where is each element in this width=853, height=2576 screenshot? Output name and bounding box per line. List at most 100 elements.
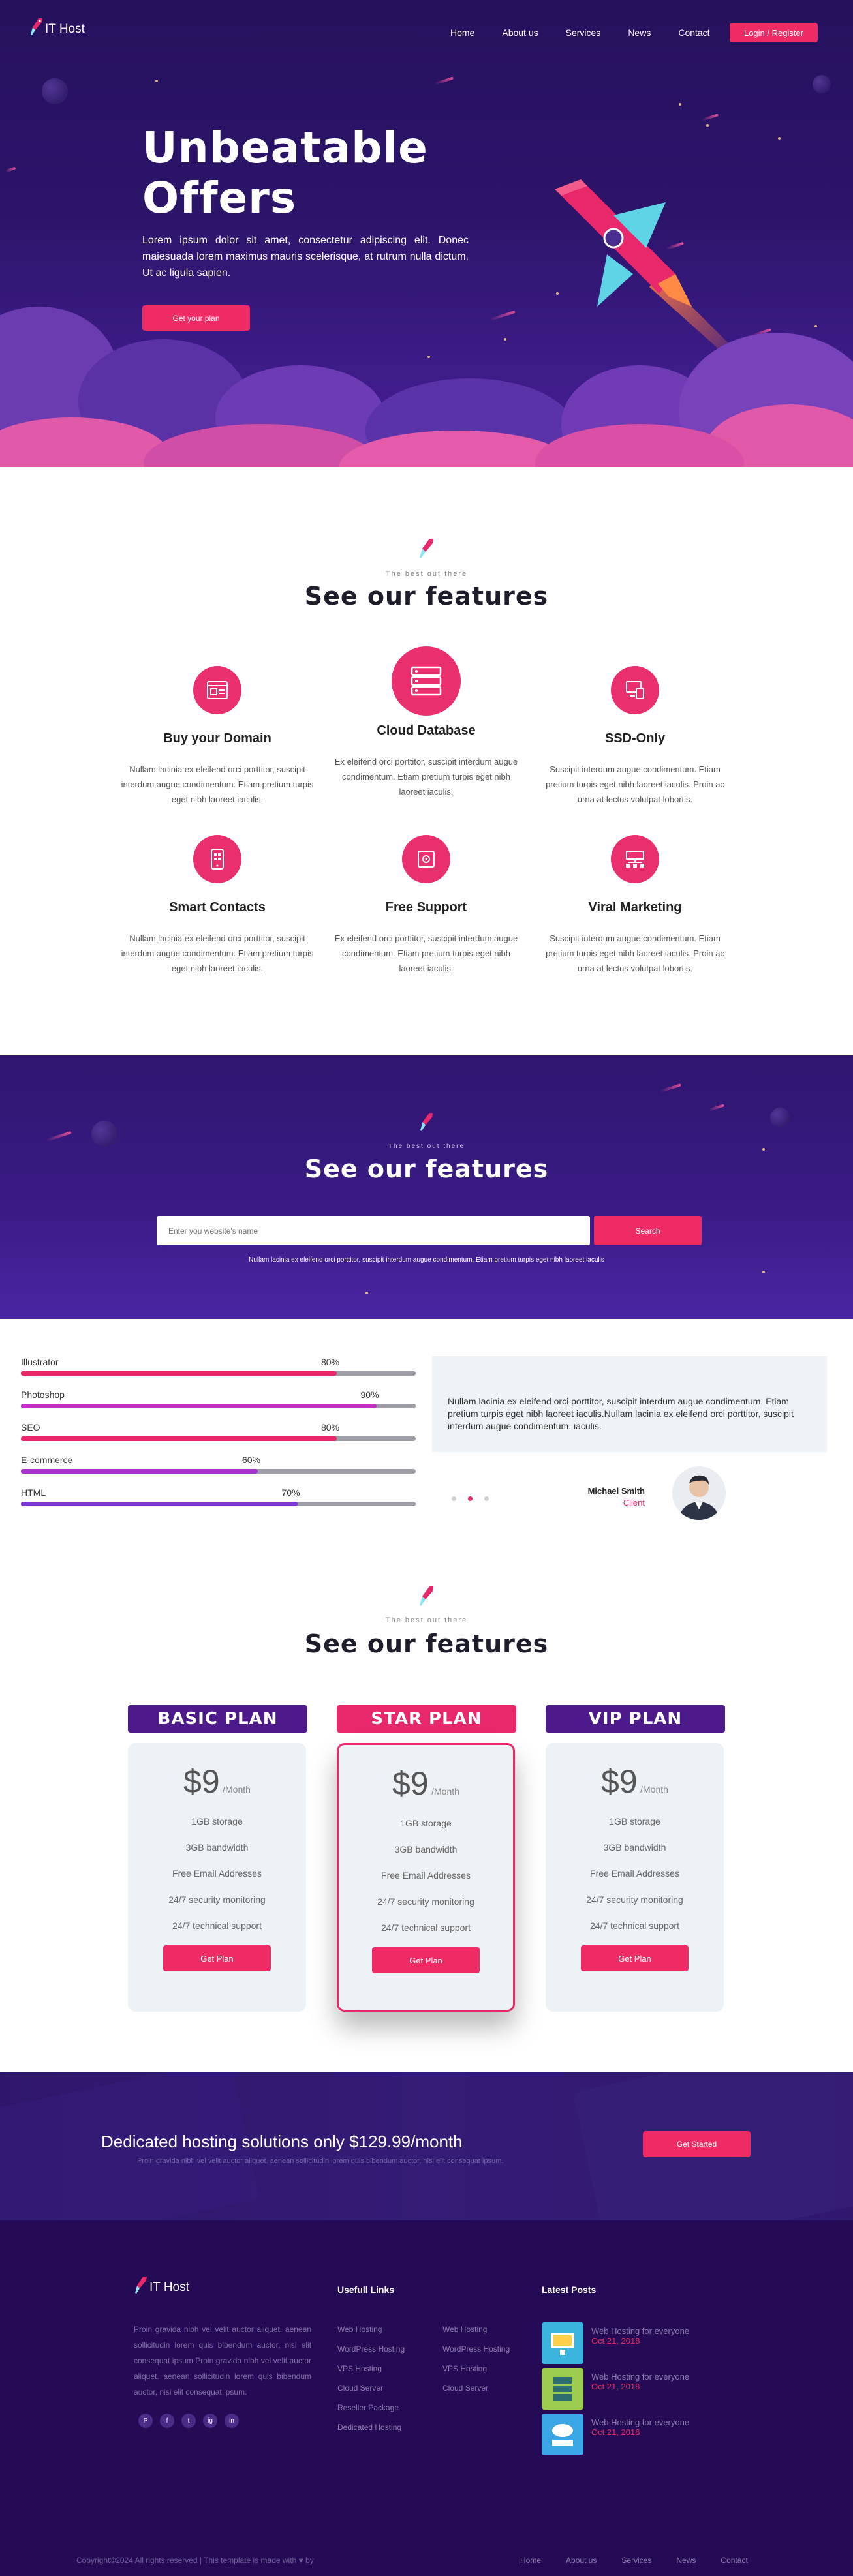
features-title: See our features [304,582,549,611]
plan-price: $9 /Month [128,1763,306,1800]
feature-icon-circle [611,666,659,714]
linkedin-icon[interactable]: in [225,2414,239,2428]
feature-text: Ex eleifend orci porttitor, suscipit int… [334,933,518,973]
nav-services[interactable]: Services [566,27,601,38]
footer-link[interactable]: WordPress Hosting [442,2344,510,2354]
price-period: /Month [223,1784,251,1795]
carousel-dot[interactable] [452,1496,456,1501]
post-item[interactable]: Web Hosting for everyone Oct 21, 2018 [542,2414,689,2455]
footer-nav-about[interactable]: About us [566,2556,597,2565]
plan-feature: 3GB bandwidth [185,1842,249,1853]
get-started-button[interactable]: Get Started [643,2131,751,2157]
skill-fill [21,1436,337,1441]
feature-card: Smart Contacts Nullam lacinia ex eleifen… [119,835,315,976]
network-icon [626,851,644,868]
feature-text: Suscipit interdum augue condimentum. Eti… [546,933,724,973]
footer-nav-news[interactable]: News [676,2556,696,2565]
skill-row: Photoshop 90% [21,1389,416,1422]
skill-track [21,1436,416,1441]
footer-nav-services[interactable]: Services [621,2556,651,2565]
skill-track [21,1502,416,1506]
nav-home[interactable]: Home [450,27,474,38]
plan-feature: 3GB bandwidth [394,1844,458,1855]
footer-link[interactable]: Reseller Package [337,2403,405,2412]
plan-feature: 24/7 technical support [172,1920,262,1931]
star-decoration [155,80,158,82]
facebook-icon[interactable]: f [160,2414,174,2428]
price-period: /Month [431,1786,459,1796]
plan-card-vip: $9 /Month 1GB storage 3GB bandwidth Free… [546,1743,724,2012]
promo-title: Dedicated hosting solutions only $129.99… [101,2132,463,2151]
footer-link[interactable]: Web Hosting [337,2325,405,2334]
feature-title: Free Support [385,900,467,915]
footer-link[interactable]: Dedicated Hosting [337,2423,405,2432]
footer-nav-contact[interactable]: Contact [721,2556,747,2565]
get-plan-button[interactable]: Get Plan [163,1945,271,1971]
carousel-dot-active[interactable] [468,1496,473,1501]
skill-fill [21,1469,258,1474]
streak-decoration [434,76,454,85]
footer-link[interactable]: WordPress Hosting [337,2344,405,2354]
nav-news[interactable]: News [628,27,651,38]
plan-feature: 1GB storage [609,1816,660,1826]
price-amount: $9 [601,1763,638,1800]
plan-feature: 24/7 security monitoring [168,1894,266,1905]
feature-text: Nullam lacinia ex eleifend orci porttito… [121,765,314,804]
skill-row: Illustrator 80% [21,1357,416,1389]
skill-track [21,1371,416,1376]
rocket-logo-icon [31,18,42,35]
planet-decoration [42,78,68,104]
footer-link[interactable]: Cloud Server [442,2384,510,2393]
login-register-button[interactable]: Login / Register [730,23,818,42]
get-plan-button[interactable]: Get Plan [372,1947,480,1973]
get-your-plan-button[interactable]: Get your plan [142,305,250,331]
footer-logo[interactable]: IT Host [134,2275,189,2295]
instagram-icon[interactable]: ig [203,2414,217,2428]
footer-link[interactable]: VPS Hosting [442,2364,510,2373]
footer-link[interactable]: Cloud Server [337,2384,405,2393]
nav-about[interactable]: About us [502,27,538,38]
skill-label: HTML [21,1487,46,1498]
person-avatar-icon [679,1475,719,1520]
star-decoration [778,137,781,140]
post-item[interactable]: Web Hosting for everyone Oct 21, 2018 [542,2368,689,2410]
skill-fill [21,1502,298,1506]
search-note: Nullam lacinia ex eleifend orci porttito… [249,1256,604,1264]
plan-feature: 1GB storage [191,1816,243,1826]
plan-header-basic: BASIC PLAN [128,1705,307,1733]
star-decoration [679,103,681,106]
rocket-logo-icon [135,2277,147,2294]
plan-card-star: $9 /Month 1GB storage 3GB bandwidth Free… [337,1743,515,2012]
skill-fill [21,1371,337,1376]
footer-links-col2: Web Hosting WordPress Hosting VPS Hostin… [442,2325,510,2393]
streak-decoration [708,1104,725,1112]
pinterest-icon[interactable]: P [138,2414,153,2428]
feature-icon-circle [402,835,450,883]
footer-link[interactable]: VPS Hosting [337,2364,405,2373]
rocket-small-icon [420,1586,433,1606]
search-button[interactable]: Search [594,1216,702,1245]
get-plan-button[interactable]: Get Plan [581,1945,689,1971]
carousel-dot[interactable] [484,1496,489,1501]
features-eyebrow: The best out there [385,570,468,578]
post-item[interactable]: Web Hosting for everyone Oct 21, 2018 [542,2322,689,2364]
star-decoration [762,1271,765,1273]
skill-track [21,1469,416,1474]
phone-icon [211,849,224,870]
browser-icon [207,681,228,699]
site-logo[interactable]: IT Host [29,17,85,37]
footer-link[interactable]: Web Hosting [442,2325,510,2334]
nav-contact[interactable]: Contact [678,27,709,38]
feature-title: Smart Contacts [169,900,266,915]
useful-links-heading: Usefull Links [337,2284,395,2295]
website-name-input[interactable] [157,1216,590,1245]
footer-logo-text: IT Host [149,2281,189,2294]
feature-title: SSD-Only [604,731,666,746]
rocket-small-icon [420,539,433,558]
main-nav: Home About us Services News Contact [422,27,710,38]
footer-nav-home[interactable]: Home [520,2556,541,2565]
twitter-icon[interactable]: t [181,2414,196,2428]
skill-row: SEO 80% [21,1422,416,1455]
star-decoration [427,356,430,358]
cloud-image-icon [552,2424,573,2446]
